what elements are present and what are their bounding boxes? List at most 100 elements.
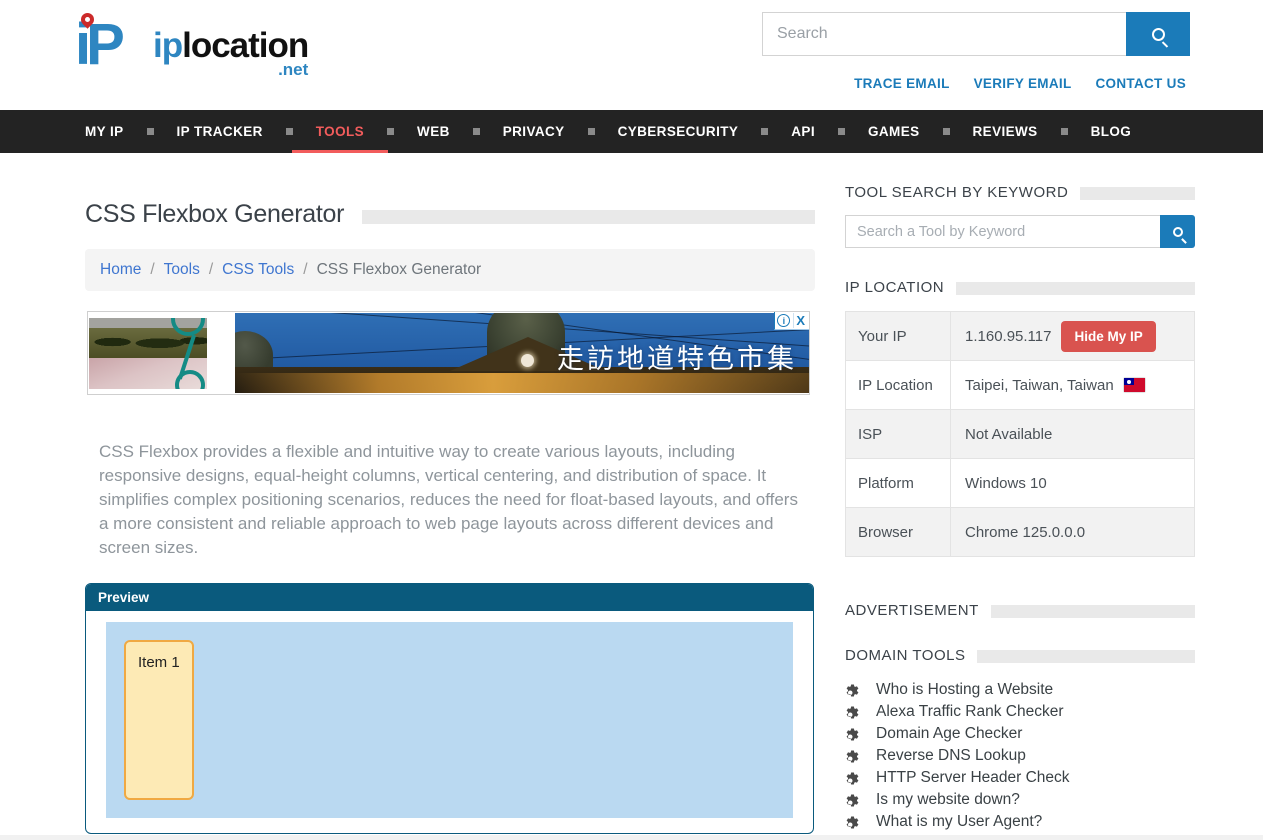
breadcrumb-css-tools[interactable]: CSS Tools xyxy=(222,261,294,279)
list-item: Is my website down? xyxy=(845,789,1195,811)
adchoices-info-icon[interactable]: i xyxy=(777,314,790,327)
tool-search-input[interactable] xyxy=(845,215,1160,248)
search-icon xyxy=(1173,227,1183,237)
header-search-button[interactable] xyxy=(1126,12,1190,56)
page-title-row: CSS Flexbox Generator xyxy=(85,200,815,229)
contact-us-link[interactable]: CONTACT US xyxy=(1096,76,1187,91)
heading-decorative-bar xyxy=(977,650,1195,663)
heading-decorative-bar xyxy=(991,605,1195,618)
gear-icon xyxy=(845,705,860,720)
row-label: Your IP xyxy=(846,312,951,360)
ad-close-icon[interactable]: X xyxy=(793,313,807,328)
nav-item-games[interactable]: GAMES xyxy=(868,110,920,153)
row-label: Platform xyxy=(846,459,951,507)
domain-tools-heading: DOMAIN TOOLS xyxy=(845,647,965,664)
nav-separator xyxy=(761,128,768,135)
domain-tool-link[interactable]: What is my User Agent? xyxy=(876,813,1042,831)
nav-item-web[interactable]: WEB xyxy=(417,110,450,153)
ad-left-image[interactable] xyxy=(89,318,207,389)
ad-building-glow xyxy=(235,373,809,393)
logo-text: iplocation .net xyxy=(153,26,308,80)
taiwan-flag-icon xyxy=(1124,378,1145,392)
tool-search xyxy=(845,215,1195,248)
header-links: TRACE EMAIL VERIFY EMAIL CONTACT US xyxy=(854,76,1186,91)
table-row-platform: Platform Windows 10 xyxy=(845,459,1195,508)
advertisement-heading: ADVERTISEMENT xyxy=(845,602,979,619)
footer-strip xyxy=(0,835,1263,840)
ad-banner[interactable]: 走訪地道特色市集 i X xyxy=(87,311,810,395)
tool-description: CSS Flexbox provides a flexible and intu… xyxy=(99,440,801,560)
title-decorative-bar xyxy=(362,210,815,224)
nav-separator xyxy=(473,128,480,135)
ip-location-table: Your IP 1.160.95.117 Hide My IP IP Locat… xyxy=(845,311,1195,557)
tool-search-button[interactable] xyxy=(1160,215,1195,248)
domain-tool-link[interactable]: Domain Age Checker xyxy=(876,725,1022,743)
row-value: Windows 10 xyxy=(951,475,1047,492)
domain-tools-list: Who is Hosting a Website Alexa Traffic R… xyxy=(845,679,1195,833)
ip-location-heading-row: IP LOCATION xyxy=(845,279,1195,296)
row-label: Browser xyxy=(846,508,951,556)
gear-icon xyxy=(845,815,860,830)
domain-tool-link[interactable]: Alexa Traffic Rank Checker xyxy=(876,703,1064,721)
trace-email-link[interactable]: TRACE EMAIL xyxy=(854,76,950,91)
list-item: Who is Hosting a Website xyxy=(845,679,1195,701)
domain-tool-link[interactable]: Reverse DNS Lookup xyxy=(876,747,1026,765)
preview-panel: Preview Item 1 xyxy=(85,583,814,834)
row-value: Taipei, Taiwan, Taiwan xyxy=(951,377,1145,394)
nav-item-privacy[interactable]: PRIVACY xyxy=(503,110,565,153)
list-item: What is my User Agent? xyxy=(845,811,1195,833)
nav-separator xyxy=(387,128,394,135)
flexbox-preview-container: Item 1 xyxy=(106,622,793,818)
nav-item-blog[interactable]: BLOG xyxy=(1091,110,1132,153)
breadcrumb-current: CSS Flexbox Generator xyxy=(317,261,482,279)
ad-right-image[interactable]: 走訪地道特色市集 xyxy=(235,313,809,393)
gear-icon xyxy=(845,749,860,764)
site-logo[interactable]: iP iplocation .net xyxy=(75,8,325,94)
advertisement-heading-row: ADVERTISEMENT xyxy=(845,602,1195,619)
gear-icon xyxy=(845,793,860,808)
ad-clock xyxy=(521,354,534,367)
heading-decorative-bar xyxy=(956,282,1195,295)
nav-item-my-ip[interactable]: MY IP xyxy=(85,110,124,153)
row-value: Chrome 125.0.0.0 xyxy=(951,524,1085,541)
header-search-input[interactable] xyxy=(762,12,1126,56)
domain-tools-heading-row: DOMAIN TOOLS xyxy=(845,647,1195,664)
ip-location-heading: IP LOCATION xyxy=(845,279,944,296)
gear-icon xyxy=(845,727,860,742)
search-icon xyxy=(1152,28,1165,41)
nav-item-reviews[interactable]: REVIEWS xyxy=(973,110,1038,153)
nav-separator xyxy=(588,128,595,135)
list-item: Alexa Traffic Rank Checker xyxy=(845,701,1195,723)
main-nav: MY IP IP TRACKER TOOLS WEB PRIVACY CYBER… xyxy=(0,110,1263,153)
nav-separator xyxy=(286,128,293,135)
gear-icon xyxy=(845,683,860,698)
breadcrumb-separator: / xyxy=(303,261,307,279)
breadcrumb: Home / Tools / CSS Tools / CSS Flexbox G… xyxy=(85,249,815,291)
list-item: Reverse DNS Lookup xyxy=(845,745,1195,767)
domain-tool-link[interactable]: Is my website down? xyxy=(876,791,1020,809)
breadcrumb-separator: / xyxy=(150,261,154,279)
nav-item-api[interactable]: API xyxy=(791,110,815,153)
row-label: ISP xyxy=(846,410,951,458)
flexbox-preview-item[interactable]: Item 1 xyxy=(124,640,194,800)
table-row-isp: ISP Not Available xyxy=(845,410,1195,459)
nav-item-tools[interactable]: TOOLS xyxy=(316,110,364,153)
table-row-your-ip: Your IP 1.160.95.117 Hide My IP xyxy=(845,312,1195,361)
list-item: HTTP Server Header Check xyxy=(845,767,1195,789)
breadcrumb-home[interactable]: Home xyxy=(100,261,141,279)
nav-separator xyxy=(147,128,154,135)
domain-tool-link[interactable]: Who is Hosting a Website xyxy=(876,681,1053,699)
page-title: CSS Flexbox Generator xyxy=(85,200,344,229)
preview-panel-header: Preview xyxy=(86,584,813,611)
domain-tool-link[interactable]: HTTP Server Header Check xyxy=(876,769,1070,787)
breadcrumb-tools[interactable]: Tools xyxy=(164,261,200,279)
verify-email-link[interactable]: VERIFY EMAIL xyxy=(974,76,1072,91)
logo-mark: iP xyxy=(75,10,120,80)
row-value: Not Available xyxy=(951,426,1052,443)
row-label: IP Location xyxy=(846,361,951,409)
preview-panel-body: Item 1 xyxy=(86,611,813,818)
hide-my-ip-button[interactable]: Hide My IP xyxy=(1061,321,1155,352)
nav-item-cybersecurity[interactable]: CYBERSECURITY xyxy=(618,110,739,153)
tool-search-heading: TOOL SEARCH BY KEYWORD xyxy=(845,184,1068,201)
nav-item-ip-tracker[interactable]: IP TRACKER xyxy=(177,110,263,153)
